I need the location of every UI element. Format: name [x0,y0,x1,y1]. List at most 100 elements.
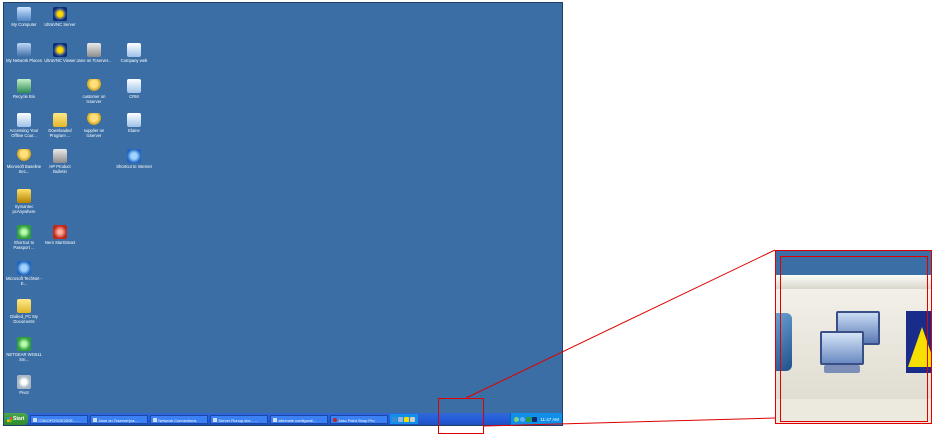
taskbar-button-label: Jane on Tcserver(ca... [98,417,138,423]
system-tray: 11:47 AM [510,413,562,425]
icon-label: My Network Places [6,58,42,63]
taskbar-button[interactable]: Jasc Paint Shop Pro [330,414,389,424]
recycle-bin-shortcut[interactable]: Recycle Bin [6,79,42,99]
quick-tray [390,414,419,424]
paint-shop-icon [333,418,338,423]
status-tray-icon[interactable] [514,416,520,422]
word-doc-icon [273,418,278,423]
baseline-security-shortcut[interactable]: Microsoft Baseline Sec... [6,149,42,174]
pivot-shortcut[interactable]: Pivot [6,375,42,395]
word-doc-icon [213,418,218,423]
elaine-shortcut[interactable]: Elaine [116,113,152,133]
window-icon [153,418,158,423]
my-documents-icon [17,299,31,313]
icon-label: Nero StartSmart [44,240,76,245]
taskbar-button-label: Network Connections [158,417,197,423]
vnc-server-shortcut[interactable]: UltraVNC Server [42,7,78,27]
icon-label: Accessing Your Offline Cour... [9,128,39,138]
volume-tray-icon[interactable] [410,416,416,422]
icon-label: Symantec pcAnywhere [12,204,36,214]
hp-bulletin-shortcut[interactable]: HP Product Bulletin [42,149,78,174]
building-icon [53,149,67,163]
taskbar-button[interactable]: alternate configurat... [270,414,329,424]
icon-label: UltraVNC Viewer [44,58,76,63]
document-icon [127,113,141,127]
user-icon [87,79,101,93]
icon-label: My Computer [11,22,37,27]
web-doc-icon [127,43,141,57]
start-label: Start [13,416,25,422]
network-places-icon [17,43,31,57]
icon-label: Jane on Tcserver... [76,58,112,63]
monitor-tray-icon[interactable] [532,416,538,422]
supplier-shortcut[interactable]: supplier on tcserver [76,113,112,138]
recycle-bin-icon [17,79,31,93]
icon-label: Shortcut to Passport ... [13,240,35,250]
crm-shortcut[interactable]: CRM [116,79,152,99]
passport-icon [17,225,31,239]
taskbar-button[interactable]: Jane on Tcserver(ca... [90,414,149,424]
icon-label: Pivot [19,390,29,395]
symantec-icon [17,189,31,203]
icon-label: Downloaded Program ... [48,128,72,138]
passport-shortcut[interactable]: Shortcut to Passport ... [6,225,42,250]
vnc-viewer-shortcut[interactable]: UltraVNC Viewer [42,43,78,63]
internet-shortcut[interactable]: Shortcut to Internet [116,149,152,169]
zoom-inner-border [780,256,928,422]
pcanywhere-shortcut[interactable]: Symantec pcAnywhere [6,189,42,214]
gear-icon [17,375,31,389]
document-icon [17,113,31,127]
network-tray-icon[interactable] [398,416,404,422]
windows-logo-icon [7,416,12,422]
icon-label: Microsoft TechNet - E... [6,276,42,286]
icon-label: HP Product Bulletin [49,164,71,174]
technet-icon [17,261,31,275]
nero-shortcut[interactable]: Nero StartSmart [42,225,78,245]
folder-icon [53,113,67,127]
zoom-panel [775,250,932,424]
window-icon [33,418,38,423]
computer-icon [17,7,31,21]
taskbar-button[interactable]: CSKOFOSOE2005 - ... [30,414,89,424]
nero-icon [53,225,67,239]
icon-label: Shortcut to Internet [116,164,152,169]
my-computer-icon[interactable]: My Computer [6,7,42,27]
internet-icon [127,149,141,163]
customer-shortcut[interactable]: customer on tcserver [76,79,112,104]
company-web-shortcut[interactable]: Company web [116,43,152,63]
shield-tray-icon[interactable] [526,416,532,422]
desktop-screenshot: My Computer My Network Places Recycle Bi… [3,2,563,426]
my-documents-shortcut[interactable]: Dialled_PC My Documents [6,299,42,324]
status-tray-icon[interactable] [520,416,526,422]
icon-label: Recycle Bin [12,94,36,99]
user-tray-icon[interactable] [392,416,398,422]
netgear-shortcut[interactable]: NETGEAR WG511 Sm... [6,337,42,362]
jane-shortcut[interactable]: Jane on Tcserver... [76,43,112,63]
icon-label: Company web [120,58,148,63]
icon-label: CRM [129,94,139,99]
icon-label: supplier on tcserver [83,128,105,138]
document-icon [127,79,141,93]
icon-label: UltraVNC Server [44,22,76,27]
icon-label: customer on tcserver [82,94,106,104]
taskbar-button[interactable]: Server Runup.doc - ... [210,414,269,424]
netgear-icon [17,337,31,351]
start-button[interactable]: Start [4,413,29,425]
my-network-places-icon[interactable]: My Network Places [6,43,42,63]
icon-label: NETGEAR WG511 Sm... [6,352,42,362]
technet-shortcut[interactable]: Microsoft TechNet - E... [6,261,42,286]
warning-tray-icon[interactable] [404,416,410,422]
vnc-viewer-icon [53,43,67,57]
user-icon [87,113,101,127]
offline-course-shortcut[interactable]: Accessing Your Offline Cour... [6,113,42,138]
vnc-server-icon [53,7,67,21]
downloaded-program-shortcut[interactable]: Downloaded Program ... [42,113,78,138]
security-icon [17,149,31,163]
clock: 11:47 AM [540,416,559,422]
taskbar-button[interactable]: Network Connections [150,414,209,424]
taskbar-button-label: CSKOFOSOE2005 - ... [38,417,80,423]
taskbar-button-label: alternate configurat... [278,417,316,423]
shortcut-icon [87,43,101,57]
taskbar-button-label: Server Runup.doc - ... [218,417,258,423]
icon-label: Microsoft Baseline Sec... [6,164,42,174]
